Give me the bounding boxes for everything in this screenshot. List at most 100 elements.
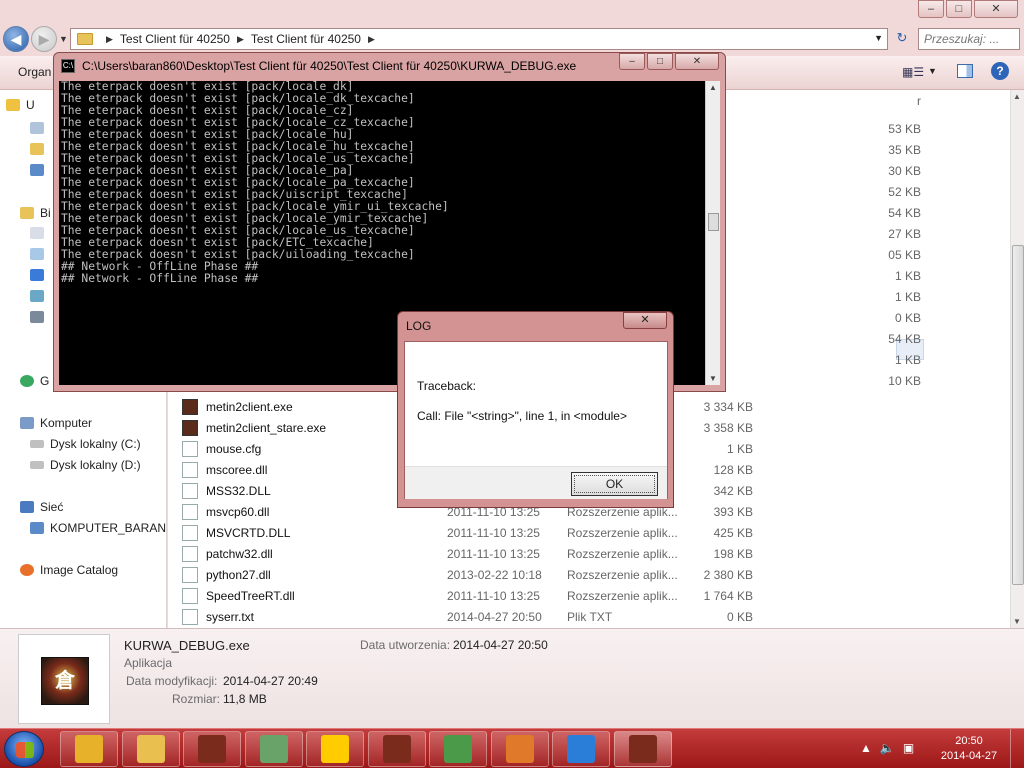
clock[interactable]: 20:50 2014-04-27	[935, 734, 1003, 764]
show-hidden-icons-icon[interactable]: ▲	[860, 741, 872, 755]
nav-item[interactable]	[30, 269, 50, 281]
nav-favorites[interactable]: U	[6, 98, 35, 112]
back-button[interactable]: ◀	[3, 26, 29, 52]
explorer-icon	[136, 735, 165, 763]
size-column-header[interactable]: r	[828, 94, 921, 108]
metin2-icon	[382, 735, 411, 763]
library-icon	[20, 207, 34, 219]
network-status-icon[interactable]: ▣	[903, 741, 914, 755]
nav-pc[interactable]: KOMPUTER_BARAN	[30, 521, 166, 535]
help-icon[interactable]: ?	[991, 62, 1009, 80]
console-app-icon: C:\	[61, 59, 75, 73]
chevron-right-icon[interactable]: ▶	[106, 34, 113, 45]
details-size-label: Rozmiar:	[172, 692, 221, 706]
nav-drive-d[interactable]: Dysk lokalny (D:)	[30, 458, 141, 472]
scroll-up-icon[interactable]: ▲	[709, 83, 717, 92]
view-dropdown-icon[interactable]: ▼	[928, 66, 937, 76]
file-size: 2 380 KB	[703, 567, 753, 582]
ok-button[interactable]: OK	[571, 472, 658, 496]
notepad-chart-icon	[444, 735, 472, 763]
nav-item[interactable]	[30, 122, 50, 134]
maximize-button[interactable]: □	[946, 0, 972, 18]
file-size-cell: 35 KB	[888, 143, 921, 157]
documents-icon	[30, 227, 44, 239]
taskbar-button-network-monitor[interactable]	[244, 731, 303, 767]
taskbar-button-chrome[interactable]	[60, 731, 118, 767]
file-row[interactable]: patchw32.dll 2011-11-10 13:25 Rozszerzenie…	[182, 543, 782, 564]
nav-network[interactable]: Sieć	[20, 500, 63, 514]
volume-icon[interactable]: 🔈	[880, 741, 895, 755]
console-window-controls: – □ ✕	[619, 53, 719, 70]
file-thumbnail: 倉	[18, 634, 110, 724]
breadcrumb-item[interactable]: Test Client für 40250	[251, 32, 361, 46]
view-options-icon[interactable]: ▦☰	[902, 65, 924, 79]
taskbar-button-metin2[interactable]	[367, 731, 426, 767]
taskbar-button-notepad-chart[interactable]	[429, 731, 487, 767]
scrollbar-thumb[interactable]	[708, 213, 719, 231]
taskbar-button-explorer[interactable]	[121, 731, 180, 767]
dll-file-icon	[182, 482, 198, 499]
chevron-right-icon[interactable]: ▶	[368, 34, 375, 45]
application-icon	[182, 419, 198, 436]
clock-date: 2014-04-27	[940, 750, 998, 762]
organize-button[interactable]: Organ	[18, 65, 51, 79]
minimize-button[interactable]: –	[619, 53, 645, 70]
nav-item[interactable]	[30, 227, 50, 239]
nav-drive-c[interactable]: Dysk lokalny (C:)	[30, 437, 141, 451]
preview-pane-icon[interactable]	[957, 64, 973, 78]
pictures-icon	[30, 290, 44, 302]
refresh-icon[interactable]: ↻	[892, 30, 912, 48]
address-dropdown-icon[interactable]: ▼	[874, 33, 883, 43]
taskbar-button-app-settings[interactable]	[490, 731, 549, 767]
nav-item[interactable]	[30, 311, 50, 323]
file-size-cell: 10 KB	[888, 374, 921, 388]
nav-homegroup[interactable]: G	[20, 374, 49, 388]
file-list-scrollbar[interactable]: ▲ ▼	[1010, 90, 1024, 628]
taskbar-button-sun-app[interactable]	[306, 731, 364, 767]
file-row[interactable]: syserr.txt 2014-04-27 20:50 Plik TXT 0 KB	[182, 606, 782, 627]
file-row[interactable]: SpeedTreeRT.dll 2011-11-10 13:25 Rozszerze…	[182, 585, 782, 606]
details-kind: Aplikacja	[124, 656, 173, 670]
show-desktop-button[interactable]	[1010, 729, 1024, 769]
details-modified-value: 2014-04-27 20:49	[223, 674, 318, 688]
console-scrollbar[interactable]: ▲ ▼	[705, 81, 720, 385]
minimize-button[interactable]: –	[918, 0, 944, 18]
file-type: Rozszerzenie aplik...	[567, 567, 678, 582]
taskbar-button-metin2[interactable]	[183, 731, 241, 767]
dialog-button-bar: OK	[405, 466, 667, 499]
dll-file-icon	[182, 587, 198, 604]
taskbar-button-teamviewer[interactable]	[552, 731, 610, 767]
search-input[interactable]: Przeszukaj: ...	[918, 28, 1020, 50]
nav-item[interactable]	[30, 290, 50, 302]
nav-item[interactable]	[30, 143, 50, 155]
file-row[interactable]: python27.dll 2013-02-22 10:18 Rozszerzenie…	[182, 564, 782, 585]
chevron-right-icon[interactable]: ▶	[237, 34, 244, 45]
windows-logo-icon	[16, 742, 34, 758]
nav-image-catalog[interactable]: Image Catalog	[20, 563, 118, 577]
file-icon	[182, 608, 198, 625]
scroll-up-icon[interactable]: ▲	[1013, 92, 1021, 101]
drive-icon	[30, 440, 44, 448]
start-button[interactable]	[4, 731, 44, 767]
breadcrumb-item[interactable]: Test Client für 40250	[120, 32, 230, 46]
chrome-icon	[75, 735, 103, 763]
nav-computer[interactable]: Komputer	[20, 416, 92, 430]
dll-file-icon	[182, 545, 198, 562]
recent-pages-dropdown[interactable]: ▼	[59, 34, 68, 44]
taskbar-button-metin2[interactable]	[613, 731, 672, 767]
close-button[interactable]: ✕	[974, 0, 1018, 18]
forward-button[interactable]: ▶	[31, 26, 57, 52]
close-button[interactable]: ✕	[623, 312, 667, 329]
scroll-down-icon[interactable]: ▼	[1013, 617, 1021, 626]
metin2-icon	[198, 735, 226, 763]
file-row[interactable]: MSVCRTD.DLL 2011-11-10 13:25 Rozszerzenie …	[182, 522, 782, 543]
scrollbar-thumb[interactable]	[1012, 245, 1024, 585]
address-box[interactable]: ▶ Test Client für 40250 ▶ Test Client fü…	[70, 28, 888, 50]
nav-item[interactable]	[30, 164, 50, 176]
scroll-down-icon[interactable]: ▼	[709, 374, 717, 383]
maximize-button[interactable]: □	[647, 53, 673, 70]
nav-libraries[interactable]: Bi	[20, 206, 51, 220]
nav-item[interactable]	[30, 248, 50, 260]
close-button[interactable]: ✕	[675, 53, 719, 70]
file-size-cell: 54 KB	[888, 206, 921, 220]
